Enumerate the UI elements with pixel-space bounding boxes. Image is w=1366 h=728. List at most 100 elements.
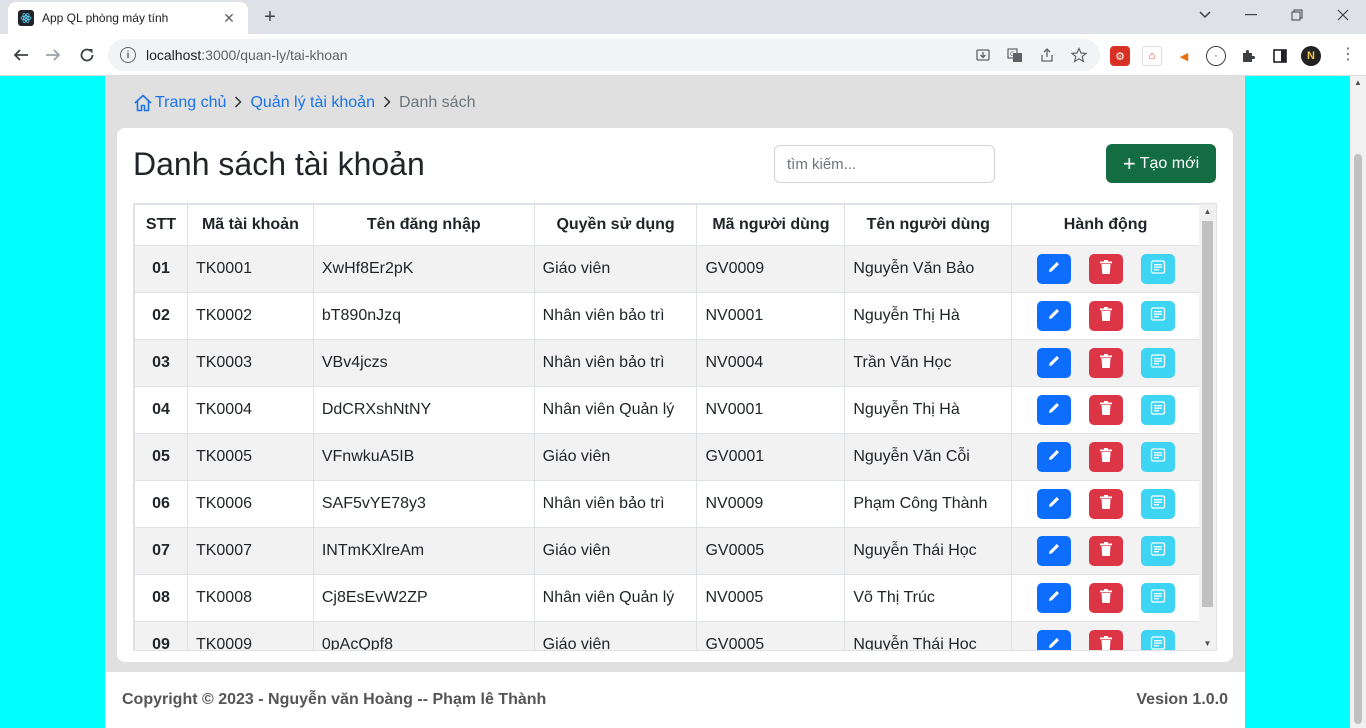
breadcrumb-section[interactable]: Quản lý tài khoản xyxy=(250,94,375,112)
delete-button[interactable] xyxy=(1088,536,1123,566)
delete-button[interactable] xyxy=(1088,442,1123,472)
extension-icon-red[interactable]: ⚙ xyxy=(1110,46,1130,66)
page-scrollbar-thumb[interactable] xyxy=(1354,154,1362,724)
table-row: 08 TK0008 Cj8EsEvW2ZP Nhân viên Quản lý NV00… xyxy=(134,574,1200,622)
address-bar[interactable]: i localhost:3000/quan-ly/tai-khoan G xyxy=(108,39,1100,71)
details-button[interactable] xyxy=(1140,395,1175,425)
details-button[interactable] xyxy=(1140,583,1175,613)
breadcrumb-home[interactable]: Trang chủ xyxy=(133,94,226,112)
cell-user-name: Nguyễn Văn Cỗi xyxy=(844,433,1013,481)
delete-button[interactable] xyxy=(1088,348,1123,378)
delete-button[interactable] xyxy=(1088,583,1123,613)
header-role: Quyền sử dụng xyxy=(533,204,698,246)
extension-icon-monitor[interactable]: ⌂ xyxy=(1142,46,1162,66)
browser-menu-icon[interactable]: ⋮ xyxy=(1340,46,1356,66)
document-icon xyxy=(1150,541,1166,561)
tab-title: App QL phòng máy tính xyxy=(42,11,169,25)
cell-actions xyxy=(1011,574,1200,622)
chevron-right-icon xyxy=(234,95,243,112)
table-scrollbar[interactable]: ▲ ▼ xyxy=(1199,204,1216,650)
header-stt: STT xyxy=(134,204,188,246)
pencil-icon xyxy=(1046,588,1062,609)
edit-button[interactable] xyxy=(1036,489,1071,519)
details-button[interactable] xyxy=(1140,348,1175,378)
pencil-icon xyxy=(1046,541,1062,562)
profile-avatar-icon[interactable]: N xyxy=(1301,46,1321,66)
table-scrollbar-thumb[interactable] xyxy=(1202,221,1213,607)
cell-account-id: TK0004 xyxy=(186,386,314,434)
edit-button[interactable] xyxy=(1036,254,1071,284)
create-new-button[interactable]: + Tạo mới xyxy=(1106,144,1216,183)
breadcrumb-home-label: Trang chủ xyxy=(155,94,227,111)
delete-button[interactable] xyxy=(1088,301,1123,331)
delete-button[interactable] xyxy=(1088,395,1123,425)
side-panel-icon[interactable] xyxy=(1270,46,1290,66)
breadcrumb-current: Danh sách xyxy=(398,94,476,111)
translate-icon[interactable]: G xyxy=(1006,46,1024,64)
cell-account-id: TK0006 xyxy=(186,480,314,528)
page-scrollbar[interactable]: ▲ xyxy=(1350,76,1366,728)
cell-user-name: Nguyễn Thị Hà xyxy=(844,386,1013,434)
cell-role: Nhân viên Quản lý xyxy=(533,574,698,622)
accounts-table-container[interactable]: STT Mã tài khoản Tên đăng nhập Quyền sử … xyxy=(133,203,1217,651)
browser-tabstrip: App QL phòng máy tính ✕ + xyxy=(0,0,1366,34)
browser-toolbar: i localhost:3000/quan-ly/tai-khoan G ⚙ ⌂… xyxy=(0,34,1366,76)
new-tab-button[interactable]: + xyxy=(258,6,282,30)
react-logo-icon xyxy=(18,10,34,26)
delete-button[interactable] xyxy=(1088,254,1123,284)
extension-icon-circle[interactable]: · xyxy=(1206,46,1226,66)
cell-account-id: TK0007 xyxy=(186,527,314,575)
details-button[interactable] xyxy=(1140,442,1175,472)
extension-megaphone-icon[interactable]: ◀ xyxy=(1174,46,1194,66)
cell-role: Nhân viên Quản lý xyxy=(533,386,698,434)
site-info-icon[interactable]: i xyxy=(120,47,136,63)
bookmark-star-icon[interactable] xyxy=(1070,46,1088,64)
search-input[interactable] xyxy=(774,145,995,183)
details-button[interactable] xyxy=(1140,489,1175,519)
cell-username: SAF5vYE78y3 xyxy=(312,480,535,528)
browser-tab[interactable]: App QL phòng máy tính ✕ xyxy=(8,2,248,34)
details-button[interactable] xyxy=(1140,254,1175,284)
delete-button[interactable] xyxy=(1088,630,1123,650)
home-icon xyxy=(134,94,152,112)
edit-button[interactable] xyxy=(1036,395,1071,425)
extensions-puzzle-icon[interactable] xyxy=(1238,46,1258,66)
edit-button[interactable] xyxy=(1036,348,1071,378)
cell-actions xyxy=(1011,433,1200,481)
table-row: 04 TK0004 DdCRXshNtNY Nhân viên Quản lý NV00… xyxy=(134,386,1200,434)
details-button[interactable] xyxy=(1140,536,1175,566)
details-button[interactable] xyxy=(1140,630,1175,650)
reload-button[interactable] xyxy=(74,42,100,68)
url-host: localhost xyxy=(146,47,202,63)
delete-button[interactable] xyxy=(1088,489,1123,519)
share-icon[interactable] xyxy=(1038,46,1056,64)
back-button[interactable] xyxy=(8,42,34,68)
edit-button[interactable] xyxy=(1036,301,1071,331)
cell-user-name: Nguyễn Thái Học xyxy=(844,527,1013,575)
details-button[interactable] xyxy=(1140,301,1175,331)
restore-button[interactable] xyxy=(1274,0,1320,30)
scroll-up-icon[interactable]: ▲ xyxy=(1199,204,1216,220)
cell-user-id: GV0005 xyxy=(696,621,846,650)
edit-button[interactable] xyxy=(1036,583,1071,613)
cell-user-id: NV0004 xyxy=(696,339,846,387)
install-app-icon[interactable] xyxy=(974,46,992,64)
tab-search-icon[interactable] xyxy=(1182,0,1228,30)
cell-user-name: Trần Văn Học xyxy=(844,339,1013,387)
edit-button[interactable] xyxy=(1036,442,1071,472)
edit-button[interactable] xyxy=(1036,536,1071,566)
cell-user-id: GV0009 xyxy=(696,245,846,293)
trash-icon xyxy=(1099,494,1113,515)
scroll-down-icon[interactable]: ▼ xyxy=(1199,636,1216,650)
cell-username: DdCRXshNtNY xyxy=(312,386,535,434)
tab-close-icon[interactable]: ✕ xyxy=(220,10,238,27)
minimize-button[interactable] xyxy=(1228,0,1274,30)
forward-button[interactable] xyxy=(40,42,66,68)
edit-button[interactable] xyxy=(1036,630,1071,650)
close-window-button[interactable] xyxy=(1320,0,1366,30)
table-row: 02 TK0002 bT890nJzq Nhân viên bảo trì NV0001… xyxy=(134,292,1200,340)
page-scroll-up-icon[interactable]: ▲ xyxy=(1350,78,1366,87)
cell-actions xyxy=(1011,527,1200,575)
pencil-icon xyxy=(1046,400,1062,421)
cell-username: bT890nJzq xyxy=(312,292,535,340)
